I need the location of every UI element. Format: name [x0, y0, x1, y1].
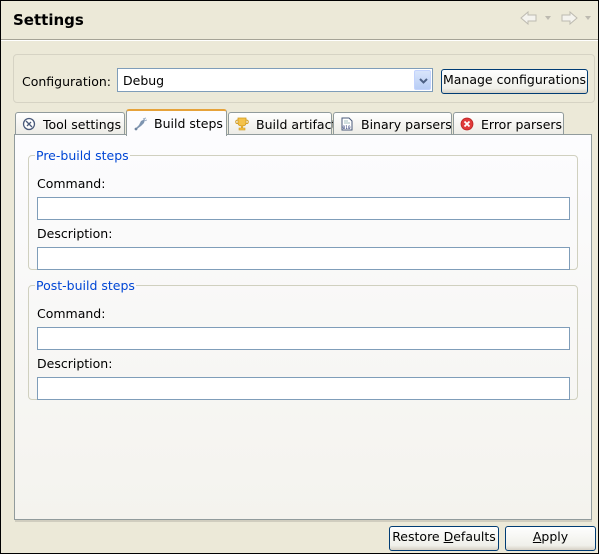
post-build-description-label: Description:	[37, 356, 113, 371]
forward-arrow-icon[interactable]	[560, 11, 578, 25]
post-build-steps-group: Post-build steps Command: Description:	[28, 278, 578, 400]
build-steps-icon	[134, 117, 147, 130]
pre-build-steps-group: Pre-build steps Command: Description:	[28, 148, 578, 270]
manage-configurations-button[interactable]: Manage configurations	[441, 69, 588, 94]
post-build-command-label: Command:	[37, 306, 106, 321]
binary-file-icon: 010	[341, 117, 353, 131]
tab-label: Error parsers	[481, 116, 563, 132]
configuration-dropdown-button[interactable]	[414, 70, 431, 90]
post-build-legend: Post-build steps	[36, 278, 135, 293]
restore-defaults-button[interactable]: Restore Defaults	[389, 526, 499, 551]
post-build-command-input[interactable]	[37, 327, 570, 350]
svg-text:010: 010	[343, 125, 351, 131]
pre-build-description-input[interactable]	[37, 247, 570, 270]
post-build-description-input[interactable]	[37, 377, 570, 400]
configuration-value: Debug	[123, 73, 165, 88]
tab-label: Binary parsers	[361, 116, 452, 132]
forward-dropdown-icon[interactable]	[584, 15, 592, 21]
header-divider-highlight	[1, 40, 598, 41]
restore-label-pre: Restore	[392, 529, 444, 544]
tab-error-parsers[interactable]: Error parsers	[453, 112, 564, 135]
pre-build-command-input[interactable]	[37, 197, 570, 220]
tab-build-steps[interactable]: Build steps	[126, 109, 227, 136]
pre-build-command-label: Command:	[37, 176, 106, 191]
forward-nav[interactable]	[560, 11, 592, 25]
restore-mnemonic: D	[443, 529, 454, 544]
build-steps-panel: Pre-build steps Command: Description: Po…	[14, 134, 592, 520]
configuration-label: Configuration:	[22, 74, 111, 89]
error-icon	[460, 117, 474, 131]
tab-tool-settings[interactable]: Tool settings	[15, 112, 125, 135]
page-title: Settings	[13, 11, 84, 29]
pre-build-description-label: Description:	[37, 226, 113, 241]
panel-shadow	[15, 520, 592, 522]
pre-build-legend: Pre-build steps	[36, 148, 129, 163]
trophy-icon	[235, 117, 249, 131]
apply-label-post: pply	[541, 529, 569, 544]
tab-binary-parsers[interactable]: 010 Binary parsers	[333, 112, 452, 135]
back-nav[interactable]	[520, 11, 552, 25]
header: Settings	[1, 1, 598, 40]
tool-settings-icon	[22, 117, 36, 131]
restore-label-post: efaults	[453, 529, 496, 544]
tab-label: Build artifact	[256, 116, 337, 132]
configuration-select[interactable]: Debug	[117, 68, 433, 92]
tab-label: Build steps	[154, 116, 223, 131]
tab-label: Tool settings	[43, 116, 122, 132]
apply-button[interactable]: Apply	[505, 526, 596, 551]
settings-window: Settings Configuration: Debug Manage con…	[1, 1, 598, 553]
back-arrow-icon[interactable]	[520, 11, 538, 25]
tab-build-artifact[interactable]: Build artifact	[228, 112, 336, 135]
back-dropdown-icon[interactable]	[544, 15, 552, 21]
chevron-down-icon	[419, 78, 428, 84]
